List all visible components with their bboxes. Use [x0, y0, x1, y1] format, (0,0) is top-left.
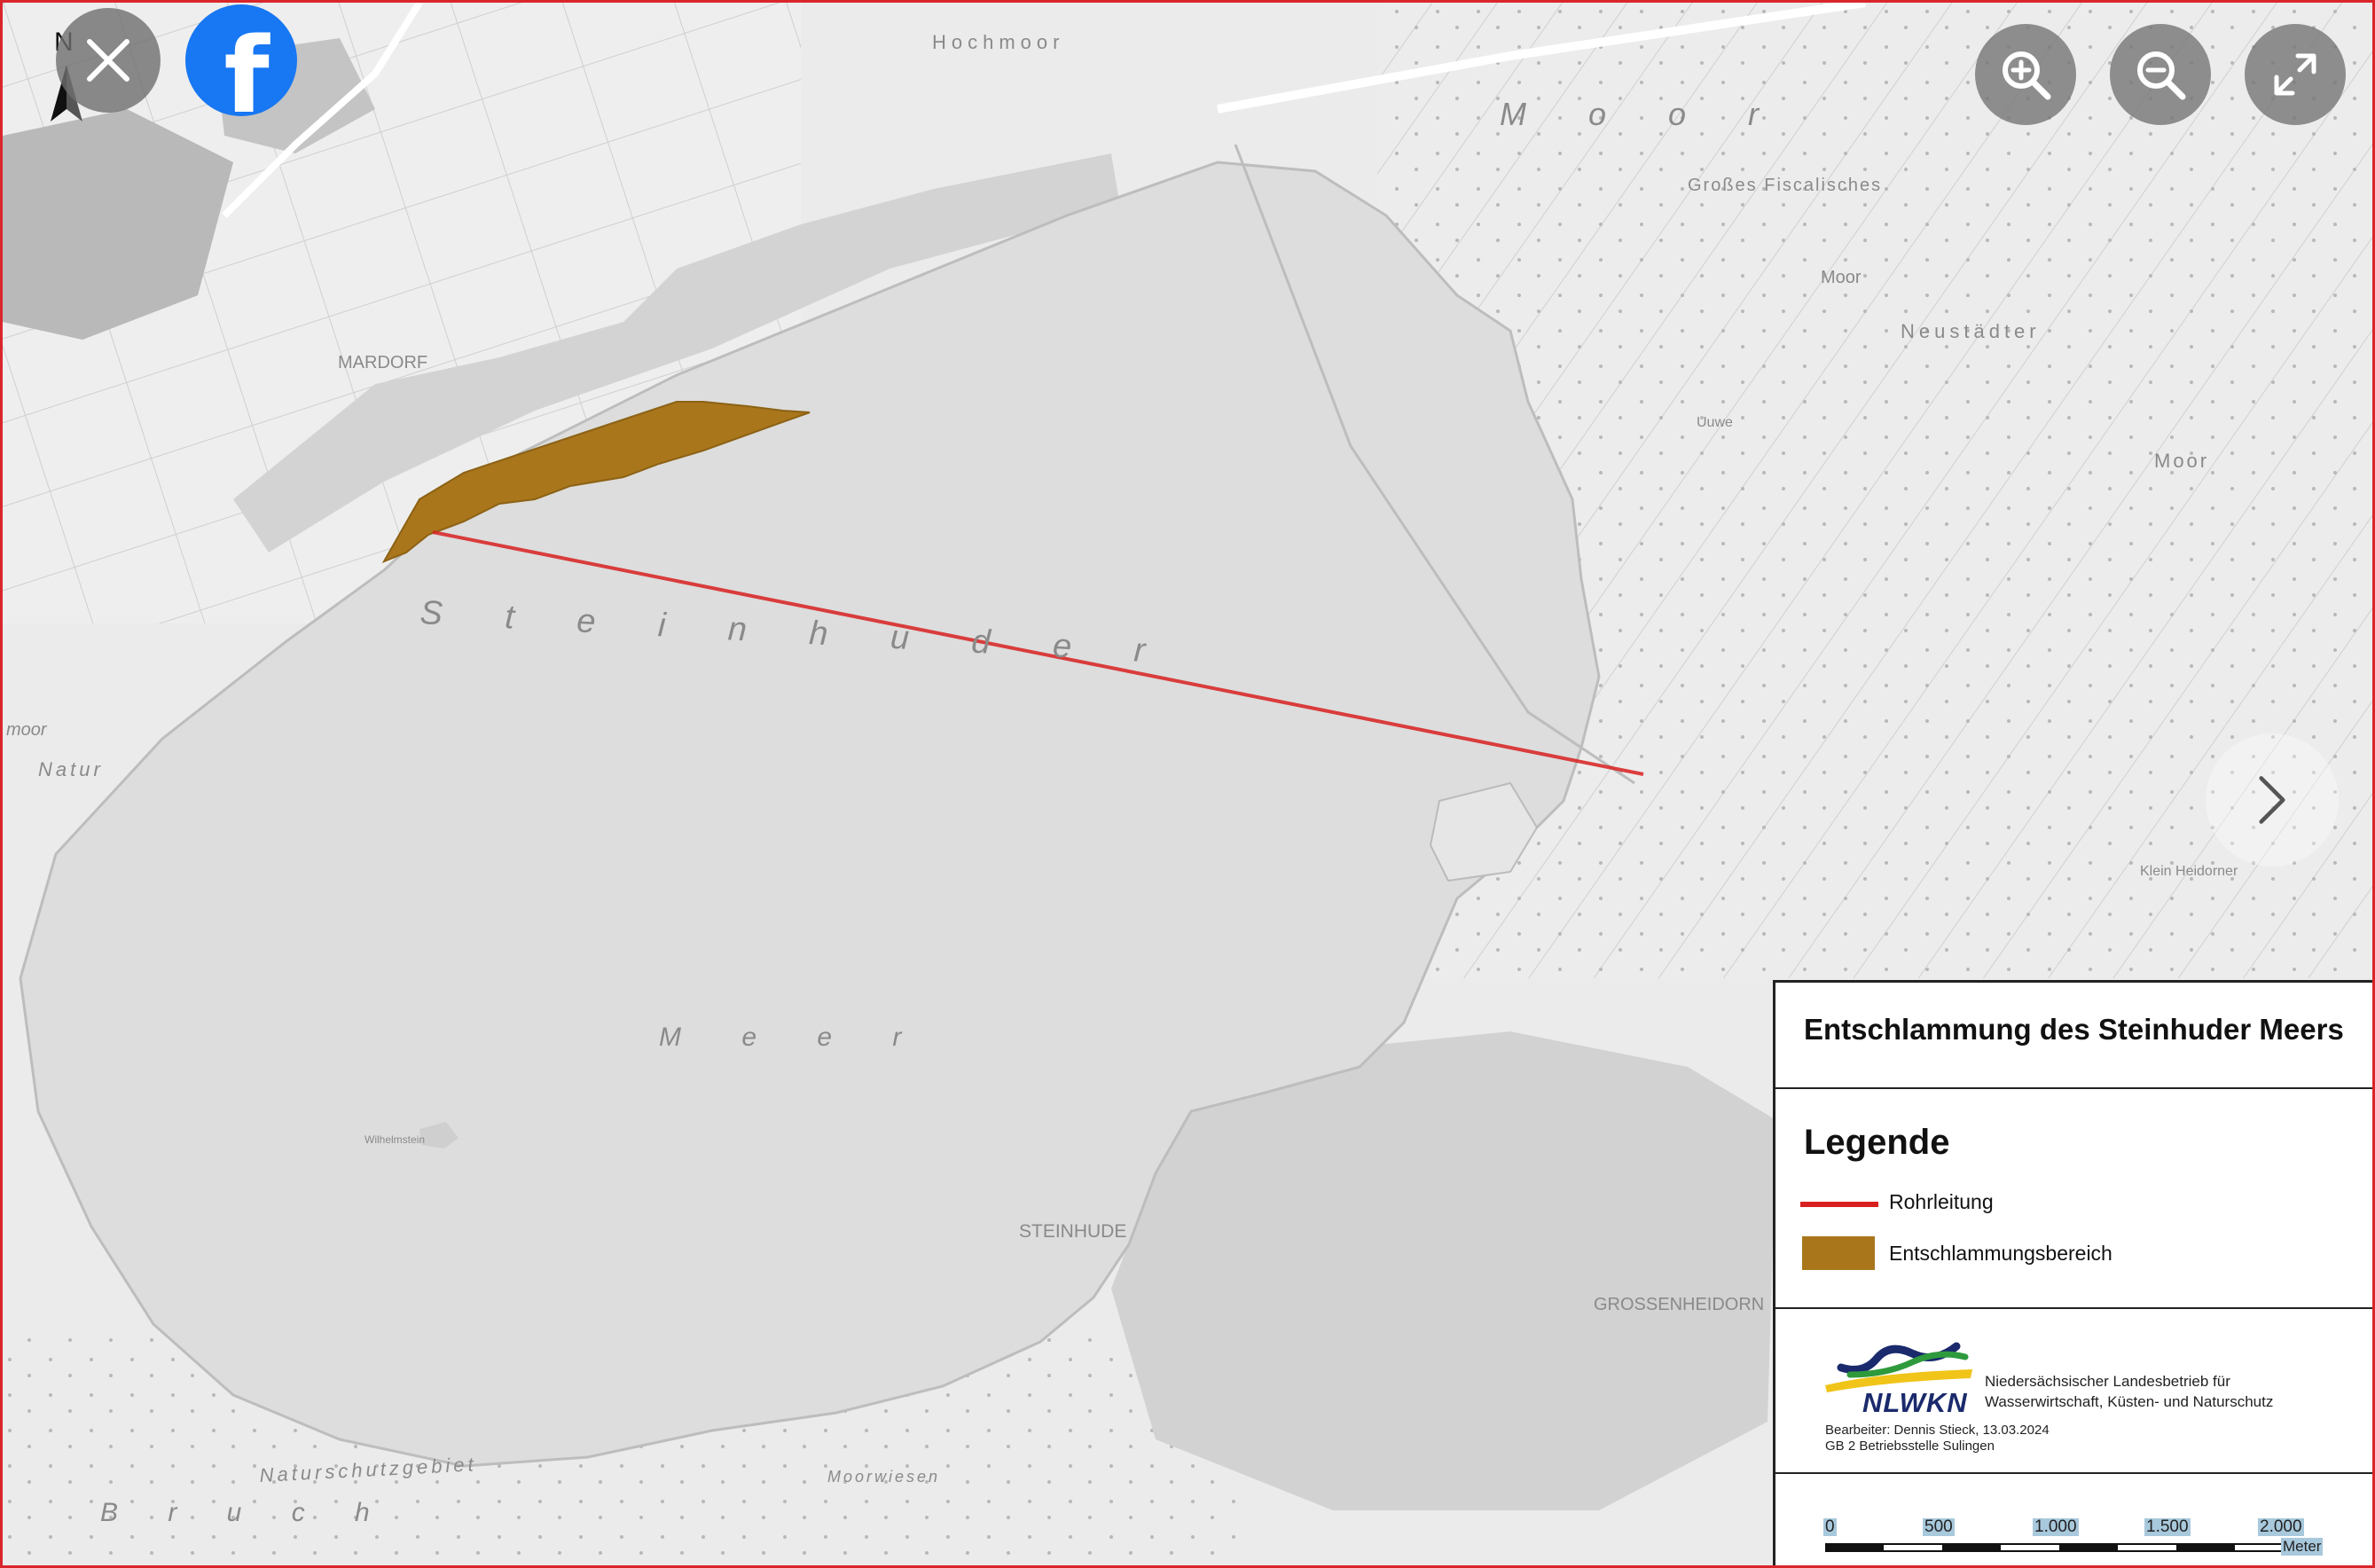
scale-unit-label: Meter [2281, 1538, 2324, 1556]
chevron-right-icon [2259, 776, 2285, 824]
map-label-natur: Natur [38, 758, 104, 780]
map-label-hochmoor: Hochmoor [932, 31, 1064, 53]
scale-tick-label: 500 [1923, 1517, 1955, 1536]
legend-label-pipeline: Rohrleitung [1889, 1190, 1994, 1213]
fullscreen-icon [2274, 53, 2316, 96]
next-button[interactable] [2206, 733, 2339, 866]
scale-tick-label: 1.500 [2144, 1517, 2191, 1536]
zoom-out-button[interactable] [2110, 24, 2211, 125]
map-label-meer: M e e r [659, 1023, 928, 1052]
legend-heading: Legende [1804, 1123, 1950, 1162]
map-label-bruch: B r u c h [100, 1498, 391, 1527]
map-label-moor-right1: Moor [1821, 268, 1862, 287]
department-credit: GB 2 Betriebsstelle Sulingen [1825, 1439, 1995, 1454]
close-icon [87, 39, 129, 82]
legend-swatch-pipeline [1800, 1202, 1878, 1207]
org-name-line1: Niedersächsischer Landesbetrieb für [1985, 1373, 2230, 1390]
facebook-icon: f [223, 14, 270, 116]
map-label-klein-heidorner: Klein Heidorner [2140, 864, 2238, 879]
zoom-in-icon [2003, 51, 2051, 100]
author-credit: Bearbeiter: Dennis Stieck, 13.03.2024 [1825, 1423, 2050, 1438]
zoom-in-button[interactable] [1975, 24, 2076, 125]
nlwkn-logo-text: NLWKN [1862, 1387, 1968, 1418]
legend-title: Entschlammung des Steinhuder Meers [1804, 1013, 2344, 1046]
legend-divider [1775, 1472, 2372, 1474]
legend-divider [1775, 1307, 2372, 1309]
map-viewer[interactable]: Hochmoor M o o r Großes Fiscalisches Moo… [0, 0, 2375, 1568]
close-button[interactable] [56, 8, 161, 113]
legend-swatch-dredging-area [1802, 1236, 1875, 1270]
scale-tick-label: 2.000 [2258, 1517, 2304, 1536]
map-label-moor-top: M o o r [1500, 96, 1785, 132]
map-label-grossenheidorn: GROSSENHEIDORN [1594, 1295, 1764, 1314]
fullscreen-button[interactable] [2245, 24, 2346, 125]
map-label-mardorf: MARDORF [338, 353, 427, 372]
zoom-out-icon [2137, 51, 2186, 100]
scale-tick-label: 0 [1823, 1517, 1837, 1536]
map-label-moor-left: moor [6, 720, 48, 740]
scale-tick-label: 1.000 [2033, 1517, 2079, 1536]
org-name-line2: Wasserwirtschaft, Küsten- und Naturschut… [1985, 1393, 2274, 1410]
map-label-steinhude: STEINHUDE [1019, 1221, 1126, 1242]
map-label-grosses-fiscalisches: Großes Fiscalisches [1688, 176, 1882, 195]
legend-panel: Entschlammung des Steinhuder Meers Legen… [1773, 980, 2372, 1565]
map-label-uuwe: Uuwe [1697, 415, 1733, 430]
map-label-wilhelmstein: Wilhelmstein [364, 1133, 425, 1146]
map-label-neustaedter: Neustädter [1901, 320, 2041, 342]
map-label-moor-right2: Moor [2154, 450, 2209, 472]
legend-divider [1775, 1087, 2372, 1089]
map-label-moorwiesen: Moorwiesen [827, 1468, 940, 1486]
legend-label-dredging-area: Entschlammungsbereich [1889, 1242, 2112, 1265]
facebook-share-button[interactable]: f [185, 4, 297, 116]
